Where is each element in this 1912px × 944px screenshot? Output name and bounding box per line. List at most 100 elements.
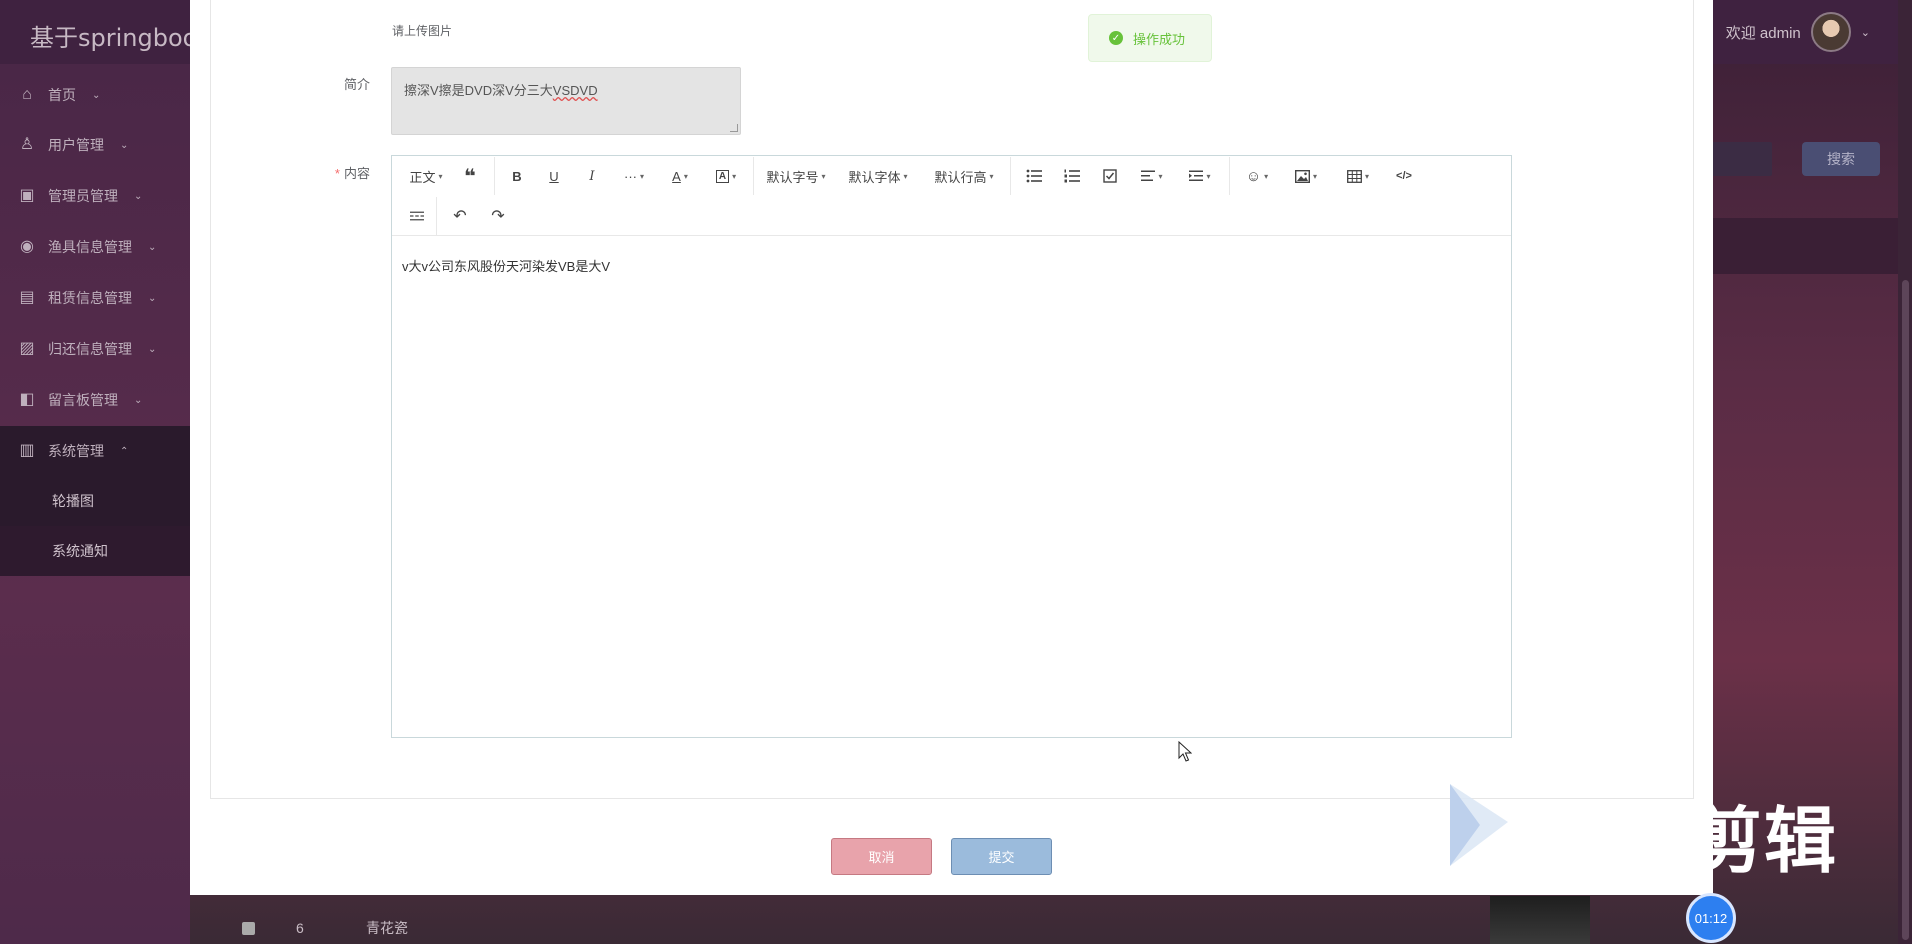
edit-dialog: 请上传图片 简介 擦深V擦是DVD深V分三大VSDVD * 内容 正文 ▾ ❝ B … xyxy=(190,0,1713,895)
sidebar-item-label: 留言板管理 xyxy=(48,392,118,408)
background-color-icon: A xyxy=(715,169,730,183)
indent-icon xyxy=(1189,170,1204,181)
intro-text-underlined: VSDVD xyxy=(552,83,598,98)
sidebar-item-admins[interactable]: ▣ 管理员管理 ⌄ xyxy=(0,171,190,221)
sidebar-item-home[interactable]: ⌂ 首页 ⌄ xyxy=(0,70,190,120)
chevron-down-icon: ⌄ xyxy=(92,89,101,101)
scrollbar-thumb[interactable] xyxy=(1902,280,1909,940)
caret-down-icon: ▾ xyxy=(1364,171,1369,181)
code-icon: </> xyxy=(1396,170,1412,182)
toolbar-row-1: 正文 ▾ ❝ B U I ··· ▾ A ▾ A ▾ 默认字号 ▾ 默认字体 ▾ 默认行高 ▾ xyxy=(402,156,1424,196)
sidebar-subitem-notice[interactable]: 系统通知 xyxy=(0,526,190,576)
table-header xyxy=(1713,218,1899,274)
sidebar-item-return[interactable]: ▨ 归还信息管理 ⌄ xyxy=(0,324,190,374)
welcome-text: 欢迎 admin xyxy=(1725,24,1801,42)
chevron-down-icon: ⌄ xyxy=(134,190,143,202)
chevron-down-icon: ⌄ xyxy=(1860,26,1870,39)
sidebar-item-users[interactable]: ♙ 用户管理 ⌄ xyxy=(0,120,190,170)
more-icon: ··· xyxy=(623,168,637,184)
sidebar-item-label: 渔具信息管理 xyxy=(48,239,132,255)
sidebar-item-messages[interactable]: ◧ 留言板管理 ⌄ xyxy=(0,375,190,425)
todo-button[interactable] xyxy=(1091,156,1129,196)
sidebar-item-gear-info[interactable]: ◉ 渔具信息管理 ⌄ xyxy=(0,222,190,272)
row-checkbox[interactable] xyxy=(242,921,255,935)
align-left-icon xyxy=(1141,170,1156,181)
avatar[interactable] xyxy=(1810,12,1851,52)
numbered-list-button[interactable] xyxy=(1053,156,1091,196)
toast-message: 操作成功 xyxy=(1133,31,1186,47)
toolbar-divider xyxy=(436,197,437,235)
horizontal-rule-icon xyxy=(410,211,424,221)
emoji-button[interactable]: ☺ ▾ xyxy=(1234,156,1280,196)
sidebar-item-label: 归还信息管理 xyxy=(48,341,132,357)
paragraph-select[interactable]: 正文 ▾ xyxy=(402,156,450,196)
font-family-select[interactable]: 默认字体 ▾ xyxy=(834,156,922,196)
line-height-select[interactable]: 默认行高 ▾ xyxy=(922,156,1006,196)
caret-down-icon: ▾ xyxy=(821,171,826,181)
quote-button[interactable]: ❝ xyxy=(450,156,490,196)
rich-text-editor[interactable]: 正文 ▾ ❝ B U I ··· ▾ A ▾ A ▾ 默认字号 ▾ 默认字体 ▾ 默认行高 ▾ xyxy=(391,155,1512,738)
redo-button[interactable]: ↷ xyxy=(479,196,517,236)
underline-button[interactable]: U xyxy=(535,156,573,196)
submit-button[interactable]: 提交 xyxy=(951,838,1052,875)
font-color-button[interactable]: A ▾ xyxy=(657,156,703,196)
font-size-select[interactable]: 默认字号 ▾ xyxy=(758,156,834,196)
toolbar-row-2: ↶ ↷ xyxy=(402,196,517,236)
image-button[interactable]: ▾ xyxy=(1280,156,1332,196)
editor-content[interactable]: v大v公司东风股份天河染发VB是大V xyxy=(402,256,610,275)
sidebar-item-label: 系统管理 xyxy=(48,443,104,459)
resize-grip-icon[interactable] xyxy=(730,124,738,132)
scrollbar[interactable] xyxy=(1898,0,1912,944)
row-number: 6 xyxy=(296,920,304,936)
undo-button[interactable]: ↶ xyxy=(441,196,479,236)
mouse-cursor-icon xyxy=(1178,741,1192,762)
font-color-icon: A xyxy=(672,168,681,184)
sidebar-item-label: 租赁信息管理 xyxy=(48,290,132,306)
code-button[interactable]: </> xyxy=(1384,156,1424,196)
row-thumbnail xyxy=(1490,896,1590,944)
table-row[interactable]: 6 青花瓷 xyxy=(230,912,1680,944)
recording-timer: 01:12 xyxy=(1686,893,1736,943)
search-button[interactable]: 搜索 xyxy=(1802,142,1880,176)
caret-down-icon: ▾ xyxy=(1312,171,1317,181)
editor-toolbar: 正文 ▾ ❝ B U I ··· ▾ A ▾ A ▾ 默认字号 ▾ 默认字体 ▾ 默认行高 ▾ xyxy=(392,156,1511,236)
upload-hint: 请上传图片 xyxy=(392,24,453,38)
caret-down-icon: ▾ xyxy=(1264,171,1269,181)
chevron-down-icon: ⌄ xyxy=(148,343,157,355)
sidebar-item-system[interactable]: ▥ 系统管理 ⌃ xyxy=(0,426,190,476)
intro-label: 简介 xyxy=(343,77,370,92)
bullet-list-button[interactable] xyxy=(1015,156,1053,196)
image-icon xyxy=(1294,169,1310,183)
align-button[interactable]: ▾ xyxy=(1129,156,1175,196)
italic-button[interactable]: I xyxy=(573,156,611,196)
chevron-down-icon: ⌄ xyxy=(148,241,157,253)
line-height-label: 默认行高 xyxy=(934,169,987,185)
divider-button[interactable] xyxy=(402,196,432,236)
content-label: * 内容 xyxy=(290,163,370,182)
sidebar: ⌂ 首页 ⌄ ♙ 用户管理 ⌄ ▣ 管理员管理 ⌄ ◉ 渔具信息管理 ⌄ ▤ 租… xyxy=(0,64,190,944)
caret-down-icon: ▾ xyxy=(438,171,443,181)
table-icon xyxy=(1347,169,1362,183)
background-color-button[interactable]: A ▾ xyxy=(703,156,749,196)
indent-button[interactable]: ▾ xyxy=(1175,156,1225,196)
sidebar-item-label: 首页 xyxy=(48,87,76,103)
sidebar-subitem-carousel[interactable]: 轮播图 xyxy=(0,476,190,526)
intro-textarea[interactable]: 擦深V擦是DVD深V分三大VSDVD xyxy=(391,67,741,135)
content-label-text: 内容 xyxy=(343,166,370,181)
user-menu[interactable]: 欢迎 admin ⌄ xyxy=(1726,12,1870,52)
sidebar-subitem-label: 轮播图 xyxy=(52,493,94,509)
caret-down-icon: ▾ xyxy=(989,171,994,181)
cancel-button[interactable]: 取消 xyxy=(831,838,932,875)
checkbox-icon xyxy=(1103,169,1117,183)
watermark-text: 剪辑 xyxy=(1690,802,1839,882)
caret-down-icon: ▾ xyxy=(732,171,737,181)
required-mark: * xyxy=(334,166,340,181)
bold-button[interactable]: B xyxy=(499,156,535,196)
table-button[interactable]: ▾ xyxy=(1332,156,1384,196)
more-format-button[interactable]: ··· ▾ xyxy=(611,156,657,196)
sidebar-item-label: 用户管理 xyxy=(48,137,104,153)
chart-icon: ▨ xyxy=(19,340,35,357)
gift-icon: ▤ xyxy=(19,289,35,306)
redo-icon: ↷ xyxy=(491,208,505,225)
sidebar-item-rental[interactable]: ▤ 租赁信息管理 ⌄ xyxy=(0,273,190,323)
